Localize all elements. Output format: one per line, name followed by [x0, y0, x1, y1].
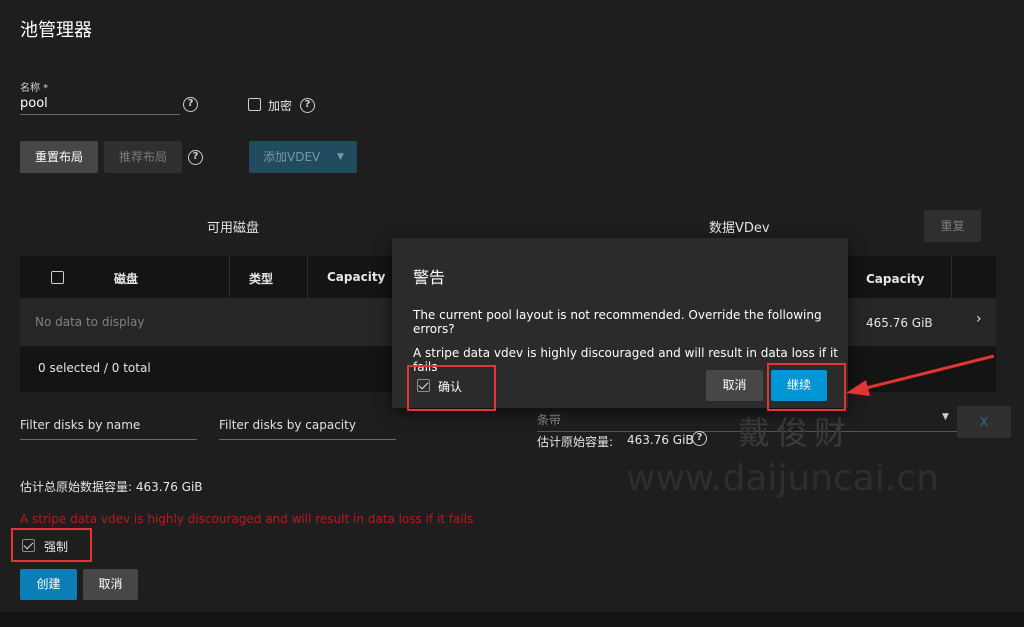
annotation-arrow	[846, 354, 995, 396]
